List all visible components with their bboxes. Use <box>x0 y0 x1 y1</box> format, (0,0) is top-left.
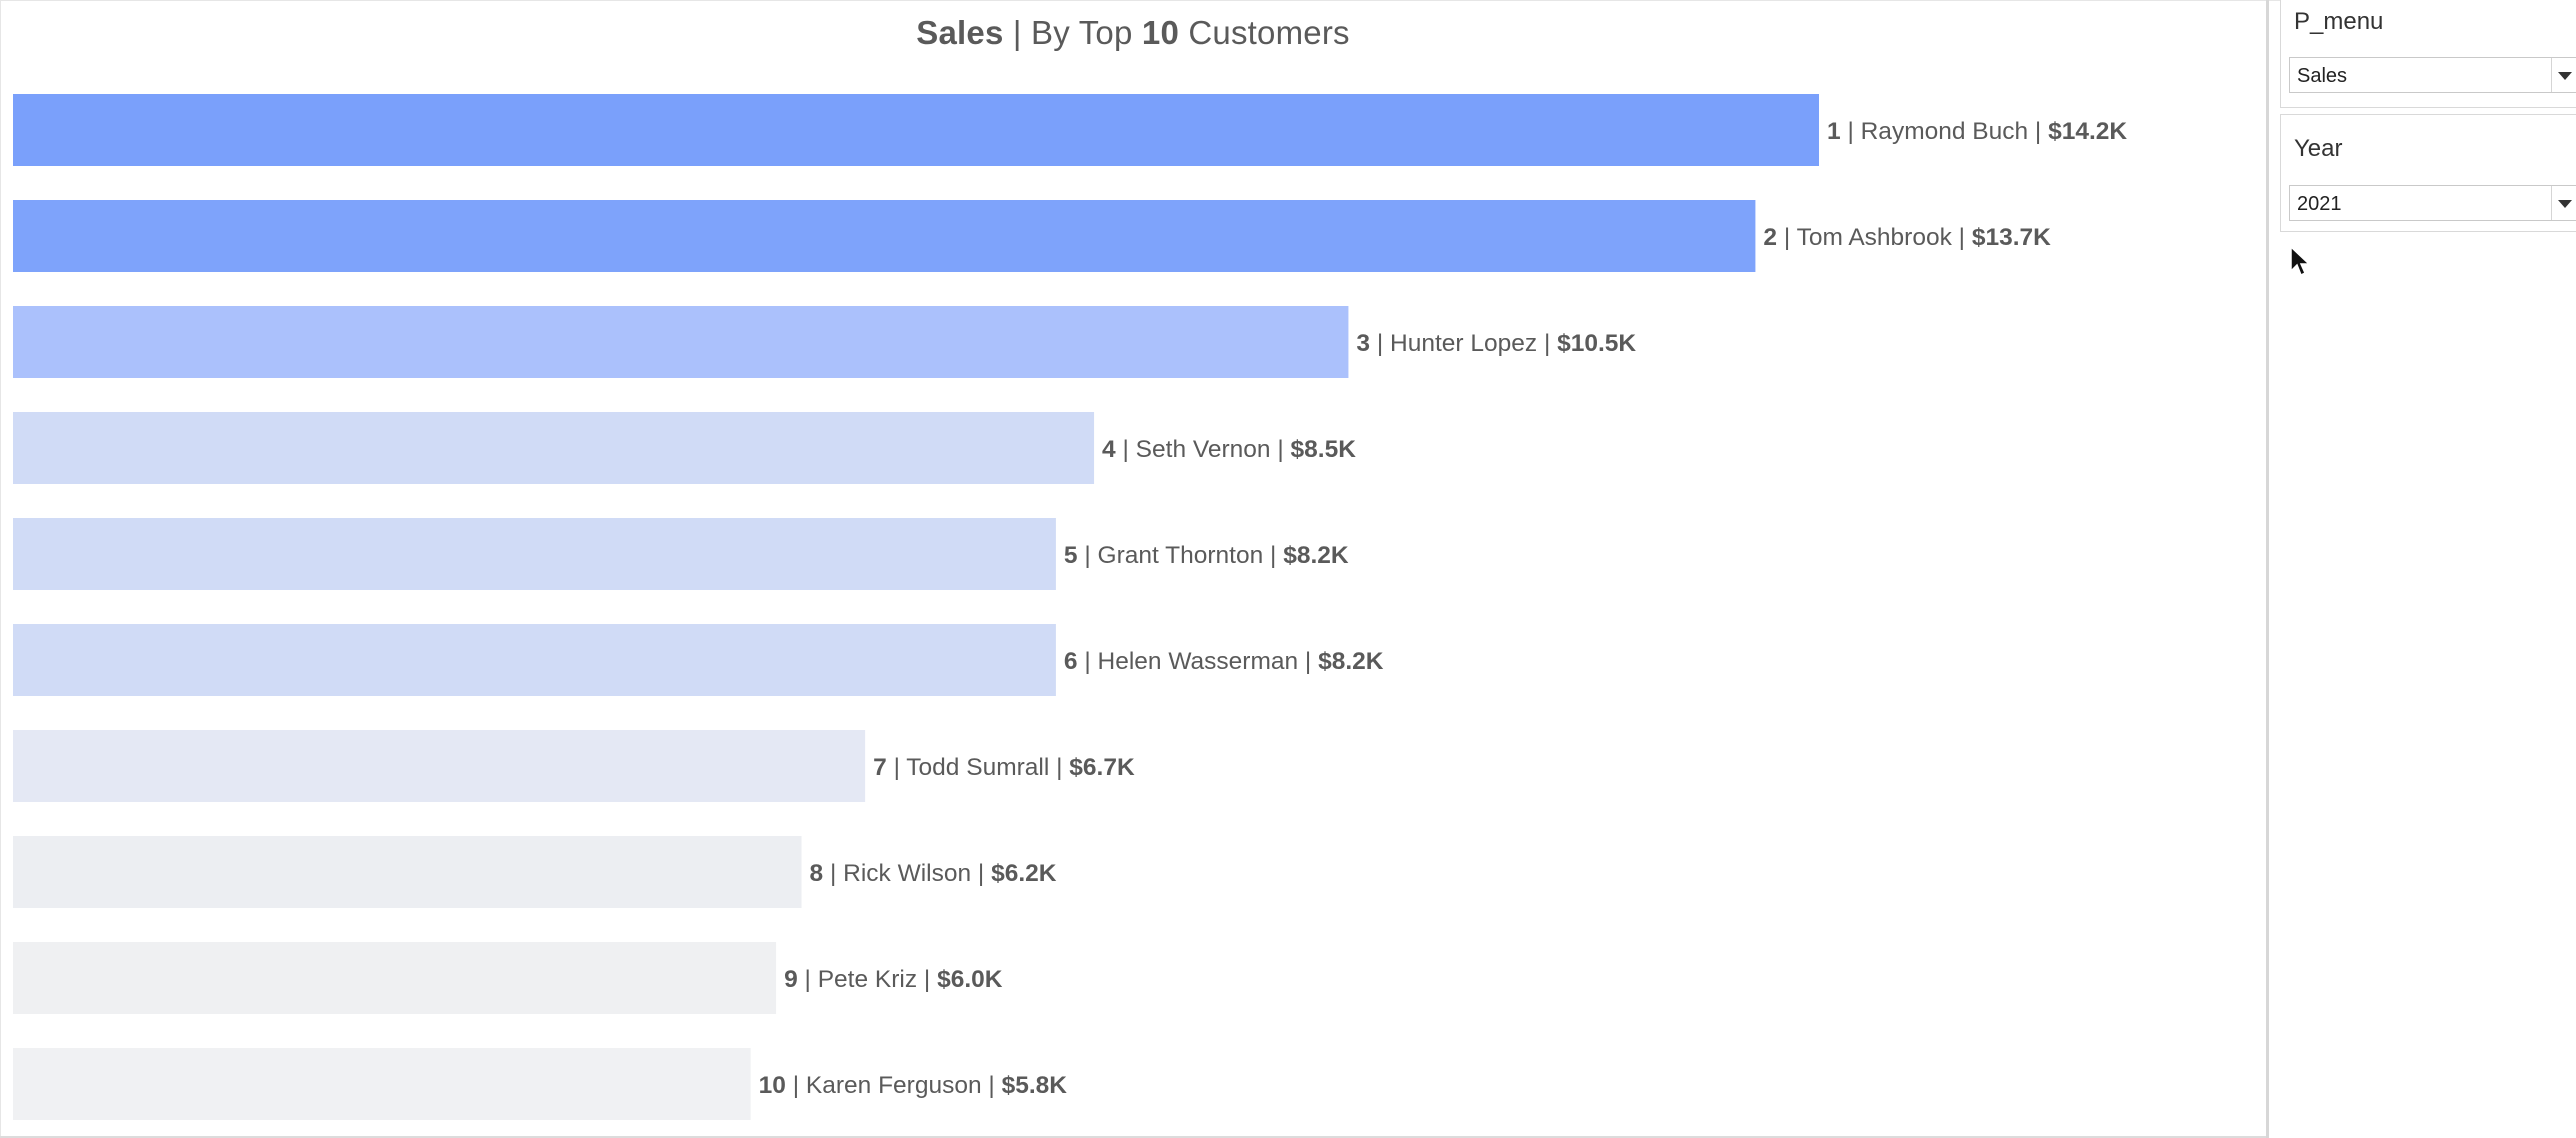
bar-label-2: 2 | Tom Ashbrook | $13.7K <box>1763 224 2051 251</box>
bar-label-4: 4 | Seth Vernon | $8.5K <box>1102 436 1356 463</box>
bar-customer-name: | Rick Wilson | <box>823 860 991 887</box>
bar-value-label: $14.2K <box>2048 118 2127 145</box>
bar-rank: 8 <box>810 860 824 887</box>
bar-rank: 4 <box>1102 436 1116 463</box>
bar-label-7: 7 | Todd Sumrall | $6.7K <box>873 754 1135 781</box>
year-value: 2021 <box>2297 193 2342 215</box>
bar-customer-name: | Seth Vernon | <box>1116 436 1291 463</box>
p-menu-value: Sales <box>2297 65 2348 87</box>
bar-rank: 2 <box>1763 224 1777 251</box>
bar-10[interactable] <box>13 1048 751 1120</box>
bar-value-label: $8.2K <box>1318 648 1384 675</box>
p-menu-label: P_menu <box>2294 8 2384 35</box>
bar-label-6: 6 | Helen Wasserman | $8.2K <box>1064 648 1384 675</box>
bar-rank: 3 <box>1356 330 1370 357</box>
p-menu-dropdown[interactable]: Sales <box>2289 57 2576 93</box>
bar-rank: 5 <box>1064 542 1078 569</box>
bar-4[interactable] <box>13 412 1095 484</box>
bar-value-label: $10.5K <box>1557 330 1636 357</box>
bar-value-label: $13.7K <box>1972 224 2051 251</box>
caret-down-icon[interactable] <box>2558 72 2572 80</box>
chart-area: Sales | By Top 10 Customers 1 | Raymond … <box>0 0 2266 1138</box>
year-control: Year 2021 <box>2280 114 2576 232</box>
bar-label-9: 9 | Pete Kriz | $6.0K <box>784 966 1003 993</box>
mouse-cursor-icon <box>2290 246 2311 277</box>
bar-7[interactable] <box>13 730 866 802</box>
bar-customer-name: | Hunter Lopez | <box>1370 330 1557 357</box>
bar-3[interactable] <box>13 306 1349 378</box>
bar-rank: 7 <box>873 754 887 781</box>
p-menu-control: P_menu Sales <box>2280 0 2576 108</box>
dropdown-separator <box>2551 186 2552 220</box>
bar-rank: 6 <box>1064 648 1078 675</box>
pane-divider <box>2266 0 2269 1138</box>
bar-label-5: 5 | Grant Thornton | $8.2K <box>1064 542 1349 569</box>
year-dropdown[interactable]: 2021 <box>2289 185 2576 221</box>
bar-customer-name: | Todd Sumrall | <box>887 754 1069 781</box>
bar-value-label: $6.7K <box>1069 754 1135 781</box>
bar-8[interactable] <box>13 836 802 908</box>
bar-2[interactable] <box>13 200 1756 272</box>
bar-label-1: 1 | Raymond Buch | $14.2K <box>1827 118 2127 145</box>
bar-customer-name: | Tom Ashbrook | <box>1777 224 1972 251</box>
bar-5[interactable] <box>13 518 1056 590</box>
bar-value-label: $5.8K <box>1002 1072 1068 1099</box>
bar-customer-name: | Karen Ferguson | <box>786 1072 1002 1099</box>
bar-rank: 10 <box>759 1072 786 1099</box>
bar-value-label: $8.2K <box>1283 542 1349 569</box>
dropdown-separator <box>2551 58 2552 92</box>
bar-customer-name: | Helen Wasserman | <box>1078 648 1319 675</box>
bar-customer-name: | Raymond Buch | <box>1841 118 2048 145</box>
caret-down-icon[interactable] <box>2558 200 2572 208</box>
bar-value-label: $6.2K <box>991 860 1057 887</box>
bar-9[interactable] <box>13 942 777 1014</box>
bar-label-3: 3 | Hunter Lopez | $10.5K <box>1356 330 1636 357</box>
bar-customer-name: | Pete Kriz | <box>798 966 937 993</box>
bar-label-8: 8 | Rick Wilson | $6.2K <box>810 860 1057 887</box>
bar-chart: 1 | Raymond Buch | $14.2K 2 | Tom Ashbroo… <box>13 94 2127 1120</box>
bar-value-label: $6.0K <box>937 966 1003 993</box>
bar-6[interactable] <box>13 624 1056 696</box>
year-label: Year <box>2294 135 2343 162</box>
bar-1[interactable] <box>13 94 1819 166</box>
bar-rank: 1 <box>1827 118 1841 145</box>
bar-customer-name: | Grant Thornton | <box>1078 542 1284 569</box>
bar-rank: 9 <box>784 966 798 993</box>
bar-value-label: $8.5K <box>1291 436 1357 463</box>
bar-label-10: 10 | Karen Ferguson | $5.8K <box>759 1072 1068 1099</box>
